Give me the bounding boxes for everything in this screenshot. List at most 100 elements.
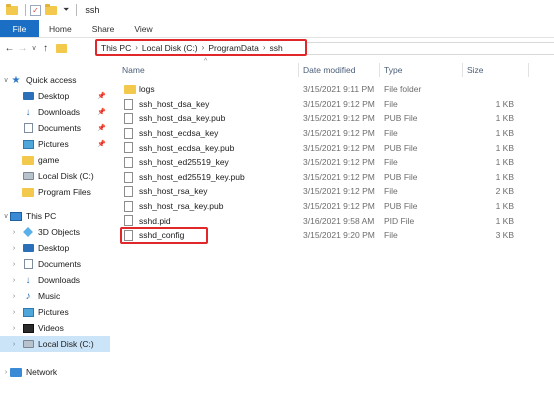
- file-size: 2 KB: [495, 186, 514, 197]
- nav-item-pictures[interactable]: Pictures 📌: [0, 136, 110, 152]
- file-icon: [124, 127, 133, 139]
- tab-home[interactable]: Home: [39, 20, 82, 37]
- nav-label: 3D Objects: [38, 227, 81, 237]
- nav-label: Music: [38, 291, 61, 301]
- properties-icon[interactable]: ✓: [30, 4, 41, 16]
- file-type: File: [384, 128, 398, 139]
- address-bar[interactable]: This PC › Local Disk (C:) › ProgramData …: [95, 39, 307, 56]
- nav-item-videos[interactable]: › Videos: [0, 320, 110, 336]
- file-name: ssh_host_ecdsa_key.pub: [139, 142, 235, 153]
- file-row[interactable]: ssh_host_ed25519_key.pub 3/15/2021 9:12 P…: [110, 170, 554, 185]
- file-date-modified: 3/15/2021 9:12 PM: [303, 186, 375, 197]
- tab-share[interactable]: Share: [82, 20, 125, 37]
- navigation-pane: ∨ ★ Quick access Desktop 📌 ↓ Downloads 📌…: [0, 62, 110, 393]
- column-divider[interactable]: [528, 63, 529, 77]
- up-arrow-icon[interactable]: ↑: [39, 43, 52, 54]
- expand-chevron-icon[interactable]: ›: [10, 245, 18, 252]
- nav-network[interactable]: › Network: [0, 364, 110, 380]
- breadcrumb-separator: ›: [201, 43, 205, 52]
- file-row[interactable]: ssh_host_ecdsa_key.pub 3/15/2021 9:12 PM P…: [110, 140, 554, 155]
- column-header-date[interactable]: Date modified: [303, 63, 378, 77]
- file-icon: [124, 142, 133, 154]
- breadcrumb-local-disk[interactable]: Local Disk (C:): [142, 43, 198, 53]
- nav-label: Local Disk (C:): [38, 339, 94, 349]
- picture-icon: [22, 139, 34, 149]
- expand-chevron-icon[interactable]: ›: [10, 229, 18, 236]
- file-type: PUB File: [384, 201, 418, 212]
- nav-label: Pictures: [38, 139, 69, 149]
- file-row[interactable]: ssh_host_ed25519_key 3/15/2021 9:12 PM Fil…: [110, 155, 554, 170]
- desktop-icon: [22, 92, 34, 100]
- back-arrow-icon[interactable]: ←: [3, 43, 16, 54]
- nav-item-pc-downloads[interactable]: › ↓ Downloads: [0, 272, 110, 288]
- download-arrow-icon: ↓: [25, 106, 31, 118]
- folder-icon: [124, 85, 136, 94]
- nav-item-game[interactable]: game: [0, 152, 110, 168]
- collapse-chevron-icon[interactable]: ∨: [2, 212, 10, 220]
- file-icon: [124, 215, 133, 227]
- column-divider[interactable]: [379, 63, 380, 77]
- file-size: 1 KB: [495, 113, 514, 124]
- nav-label: Downloads: [38, 275, 81, 285]
- nav-item-desktop[interactable]: Desktop 📌: [0, 88, 110, 104]
- expand-chevron-icon[interactable]: ›: [10, 261, 18, 268]
- pin-icon[interactable]: 📌: [97, 108, 106, 116]
- file-size: 1 KB: [495, 201, 514, 212]
- new-folder-icon[interactable]: [45, 3, 57, 15]
- collapse-chevron-icon[interactable]: ∨: [2, 76, 10, 84]
- forward-arrow-icon[interactable]: →: [16, 43, 29, 54]
- nav-label: This PC: [26, 211, 57, 221]
- nav-quick-access[interactable]: ∨ ★ Quick access: [0, 72, 110, 88]
- column-header-name[interactable]: Name: [122, 63, 297, 77]
- pin-icon[interactable]: 📌: [97, 124, 106, 132]
- nav-item-pc-pictures[interactable]: › Pictures: [0, 304, 110, 320]
- file-name: ssh_host_ed25519_key.pub: [139, 171, 245, 182]
- nav-label: Desktop: [38, 91, 70, 101]
- nav-item-3d-objects[interactable]: › 3D Objects: [0, 224, 110, 240]
- download-arrow-icon: ↓: [25, 274, 31, 286]
- expand-chevron-icon[interactable]: ›: [10, 293, 18, 300]
- file-list: ^ Name Date modified Type Size logs 3/15/…: [110, 58, 554, 393]
- file-row[interactable]: ssh_host_ecdsa_key 3/15/2021 9:12 PM File 1…: [110, 126, 554, 141]
- recent-locations-chevron-icon[interactable]: ∨: [29, 44, 39, 52]
- nav-this-pc[interactable]: ∨ This PC: [0, 208, 110, 224]
- breadcrumb-this-pc[interactable]: This PC: [101, 43, 131, 53]
- file-row[interactable]: ssh_host_rsa_key 3/15/2021 9:12 PM File 2 K…: [110, 184, 554, 199]
- nav-item-pc-local-disk[interactable]: › Local Disk (C:): [0, 336, 110, 352]
- nav-label: Desktop: [38, 243, 70, 253]
- nav-label: Documents: [38, 259, 81, 269]
- tab-file[interactable]: File: [0, 20, 39, 37]
- expand-chevron-icon[interactable]: ›: [10, 277, 18, 284]
- expand-chevron-icon[interactable]: ›: [10, 325, 18, 332]
- nav-item-documents[interactable]: Documents 📌: [0, 120, 110, 136]
- expand-chevron-icon[interactable]: ›: [2, 369, 10, 376]
- file-name: ssh_host_ecdsa_key: [139, 128, 219, 139]
- file-row[interactable]: sshd.pid 3/16/2021 9:58 AM PID File 1 KB: [110, 213, 554, 228]
- customize-quick-access-icon[interactable]: ⏷: [63, 5, 69, 15]
- file-row[interactable]: ssh_host_rsa_key.pub 3/15/2021 9:12 PM PUB…: [110, 199, 554, 214]
- breadcrumb-ssh[interactable]: ssh: [270, 43, 283, 53]
- file-row[interactable]: ssh_host_dsa_key 3/15/2021 9:12 PM File 1 K…: [110, 97, 554, 112]
- address-bar-extension[interactable]: [307, 42, 554, 55]
- tab-view[interactable]: View: [124, 20, 162, 37]
- pin-icon[interactable]: 📌: [97, 140, 106, 148]
- file-date-modified: 3/15/2021 9:12 PM: [303, 171, 375, 182]
- breadcrumb-programdata[interactable]: ProgramData: [208, 43, 259, 53]
- file-row[interactable]: ssh_host_dsa_key.pub 3/15/2021 9:12 PM PUB…: [110, 111, 554, 126]
- file-name: sshd.pid: [139, 215, 171, 226]
- nav-item-local-disk[interactable]: Local Disk (C:): [0, 168, 110, 184]
- nav-item-program-files[interactable]: Program Files: [0, 184, 110, 200]
- column-divider[interactable]: [462, 63, 463, 77]
- nav-item-pc-documents[interactable]: › Documents: [0, 256, 110, 272]
- pin-icon[interactable]: 📌: [97, 92, 106, 100]
- nav-item-pc-desktop[interactable]: › Desktop: [0, 240, 110, 256]
- expand-chevron-icon[interactable]: ›: [10, 309, 18, 316]
- file-row[interactable]: logs 3/15/2021 9:11 PM File folder: [110, 82, 554, 97]
- file-type: PUB File: [384, 142, 418, 153]
- column-header-size[interactable]: Size: [467, 63, 527, 77]
- nav-item-music[interactable]: › ♪ Music: [0, 288, 110, 304]
- column-divider[interactable]: [298, 63, 299, 77]
- nav-item-downloads[interactable]: ↓ Downloads 📌: [0, 104, 110, 120]
- column-header-type[interactable]: Type: [384, 63, 464, 77]
- expand-chevron-icon[interactable]: ›: [10, 341, 18, 348]
